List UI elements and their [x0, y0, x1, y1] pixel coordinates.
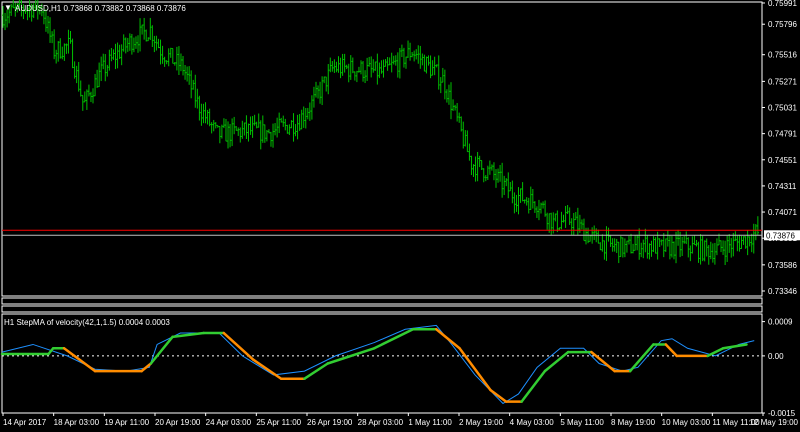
stepma-segment — [489, 388, 508, 403]
current-price-label: 0.73876 — [766, 231, 795, 240]
trading-chart-window[interactable]: 0.75991 0.75796 0.75516 0.75271 0.75031 0.747… — [0, 0, 800, 432]
window-menu-icon[interactable]: ▼ — [4, 3, 12, 12]
price-tick-label: 0.75991 — [768, 0, 797, 8]
indicator-tick-label: 0.0009 — [768, 318, 793, 327]
empty-subwindow-2 — [1, 305, 763, 313]
time-tick-label: 8 May 19:00 — [611, 418, 656, 427]
time-tick-label: 28 Apr 03:00 — [358, 418, 404, 427]
time-tick-label: 26 Apr 19:00 — [307, 418, 353, 427]
time-tick-label: 1 May 11:00 — [408, 418, 452, 427]
stepma-segment — [664, 343, 678, 358]
stepma-segment — [149, 335, 174, 365]
price-tick-label: 0.73586 — [768, 261, 797, 270]
candlestick-series — [2, 0, 759, 266]
price-tick-label: 0.75516 — [768, 51, 797, 60]
price-axis: 0.75991 0.75796 0.75516 0.75271 0.75031 0.747… — [762, 0, 800, 296]
indicator-axis: 0.0009 0.00 -0.0015 — [762, 318, 796, 418]
empty-subwindow-1 — [1, 297, 763, 305]
velocity-line — [1, 324, 755, 405]
price-tick-label: 0.75271 — [768, 77, 797, 86]
price-tick-label: 0.75796 — [768, 20, 797, 29]
stepma-segment — [252, 358, 283, 380]
time-tick-label: 10 May 03:00 — [662, 418, 711, 427]
stepma-segment — [520, 369, 547, 403]
time-axis: 14 Apr 2017 18 Apr 03:00 19 Apr 11:00 20 Ap… — [2, 413, 799, 427]
price-tick-label: 0.75031 — [768, 104, 797, 113]
time-tick-label: 14 Apr 2017 — [3, 418, 47, 427]
main-price-chart[interactable] — [1, 0, 763, 297]
stepma-segment — [435, 327, 461, 350]
time-tick-label: 5 May 11:00 — [560, 418, 604, 427]
stepma-segment — [721, 343, 748, 350]
indicator-frame — [1, 313, 763, 414]
indicator-tick-label: 0.00 — [768, 352, 784, 361]
stepma-segment — [706, 347, 725, 358]
price-tick-label: 0.74791 — [768, 130, 797, 139]
price-tick-label: 0.74311 — [768, 182, 797, 191]
time-tick-label: 25 Apr 11:00 — [256, 418, 301, 427]
time-tick-label: 12 May 19:00 — [750, 418, 799, 427]
stepma-segment — [62, 347, 97, 373]
stepma-segment — [590, 350, 616, 373]
time-tick-label: 20 Apr 19:00 — [155, 418, 201, 427]
stepma-segment — [543, 350, 570, 373]
time-tick-label: 19 Apr 11:00 — [104, 418, 149, 427]
price-tick-label: 0.74071 — [768, 208, 797, 217]
indicator-subwindow[interactable] — [0, 313, 763, 414]
indicator-title: H1 StepMA of velocity(42,1,1.5) 0.0004 0… — [4, 318, 170, 327]
time-tick-label: 18 Apr 03:00 — [54, 418, 100, 427]
price-tick-label: 0.74551 — [768, 156, 797, 165]
stepma-segment — [458, 347, 492, 392]
indicator-tick-label: -0.0015 — [768, 409, 796, 418]
empty-subwindows — [1, 297, 763, 313]
time-tick-label: 24 Apr 03:00 — [206, 418, 252, 427]
time-tick-label: 4 May 03:00 — [510, 418, 555, 427]
main-chart-title: AUDUSD,H1 0.73868 0.73882 0.73868 0.7387… — [15, 4, 186, 13]
price-tick-label: 0.73346 — [768, 287, 797, 296]
stepma-segment — [628, 343, 655, 373]
time-tick-label: 2 May 19:00 — [459, 418, 504, 427]
stepma-segment — [372, 327, 415, 350]
